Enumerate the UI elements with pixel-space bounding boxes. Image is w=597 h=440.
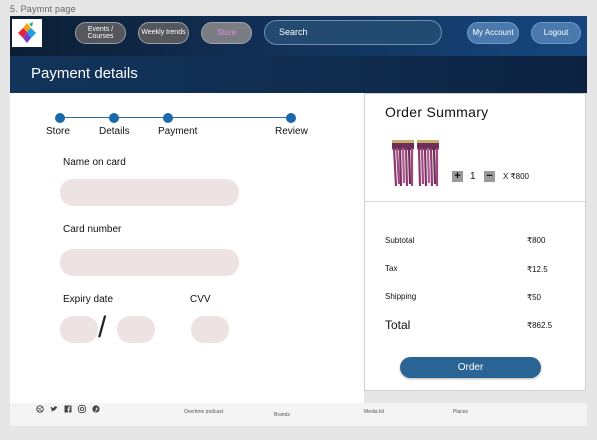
nav-events-courses[interactable]: Events / Courses (75, 22, 126, 44)
step-dot-review[interactable] (286, 113, 296, 123)
twitter-icon[interactable] (50, 405, 58, 415)
logo-icon[interactable] (12, 19, 42, 47)
pinterest-icon[interactable] (92, 405, 100, 415)
step-label-details: Details (99, 126, 130, 137)
step-dot-store[interactable] (55, 113, 65, 123)
nav-weekly-trends[interactable]: Weekly trends (138, 22, 189, 44)
facebook-icon[interactable] (64, 405, 72, 415)
step-label-payment: Payment (158, 126, 198, 137)
total-value: ₹862.5 (527, 321, 553, 330)
expiry-separator: / (98, 311, 107, 344)
order-button[interactable]: Order (400, 357, 541, 378)
subtotal-label: Subtotal (385, 236, 415, 245)
nav-store[interactable]: Store (201, 22, 252, 44)
stepper-line (60, 117, 291, 118)
step-dot-details[interactable] (109, 113, 119, 123)
logout-button[interactable]: Logout (531, 22, 581, 44)
name-on-card-label: Name on card (63, 157, 126, 168)
summary-divider (364, 201, 586, 202)
footer-link-places[interactable]: Places (453, 409, 468, 415)
expiry-month-input[interactable] (60, 316, 98, 343)
unit-price: X ₹800 (503, 172, 529, 181)
dribbble-icon[interactable] (36, 405, 44, 415)
increase-quantity-button[interactable]: + (452, 171, 463, 182)
decrease-quantity-button[interactable]: − (484, 171, 495, 182)
step-label-review: Review (275, 126, 308, 137)
quantity-value: 1 (470, 171, 476, 182)
tax-label: Tax (385, 264, 398, 273)
order-summary-title: Order Summary (385, 104, 489, 120)
total-label: Total (385, 318, 411, 332)
card-number-label: Card number (63, 224, 122, 235)
expiry-year-input[interactable] (117, 316, 155, 343)
expiry-date-label: Expiry date (63, 294, 114, 305)
subtotal-value: ₹800 (527, 236, 546, 245)
card-number-input[interactable] (60, 249, 239, 276)
payment-form-panel (10, 93, 364, 403)
footer-link-media-kit[interactable]: Media kit (364, 409, 384, 415)
step-label-store: Store (46, 126, 70, 137)
frame-label: 5. Paymnt page (10, 4, 76, 14)
shipping-value: ₹50 (527, 293, 541, 302)
cvv-input[interactable] (191, 316, 229, 343)
footer-link-podcast[interactable]: Overtime podcast (184, 409, 223, 415)
footer-link-brands[interactable]: Brands (274, 412, 290, 418)
product-image (386, 136, 444, 188)
cvv-label: CVV (190, 294, 211, 305)
tax-value: ₹12.5 (527, 265, 548, 274)
page-title: Payment details (31, 65, 138, 82)
instagram-icon[interactable] (78, 405, 86, 415)
step-dot-payment[interactable] (163, 113, 173, 123)
search-input[interactable]: Search (264, 20, 442, 45)
name-on-card-input[interactable] (60, 179, 239, 206)
my-account-button[interactable]: My Account (467, 22, 519, 44)
shipping-label: Shipping (385, 292, 417, 301)
